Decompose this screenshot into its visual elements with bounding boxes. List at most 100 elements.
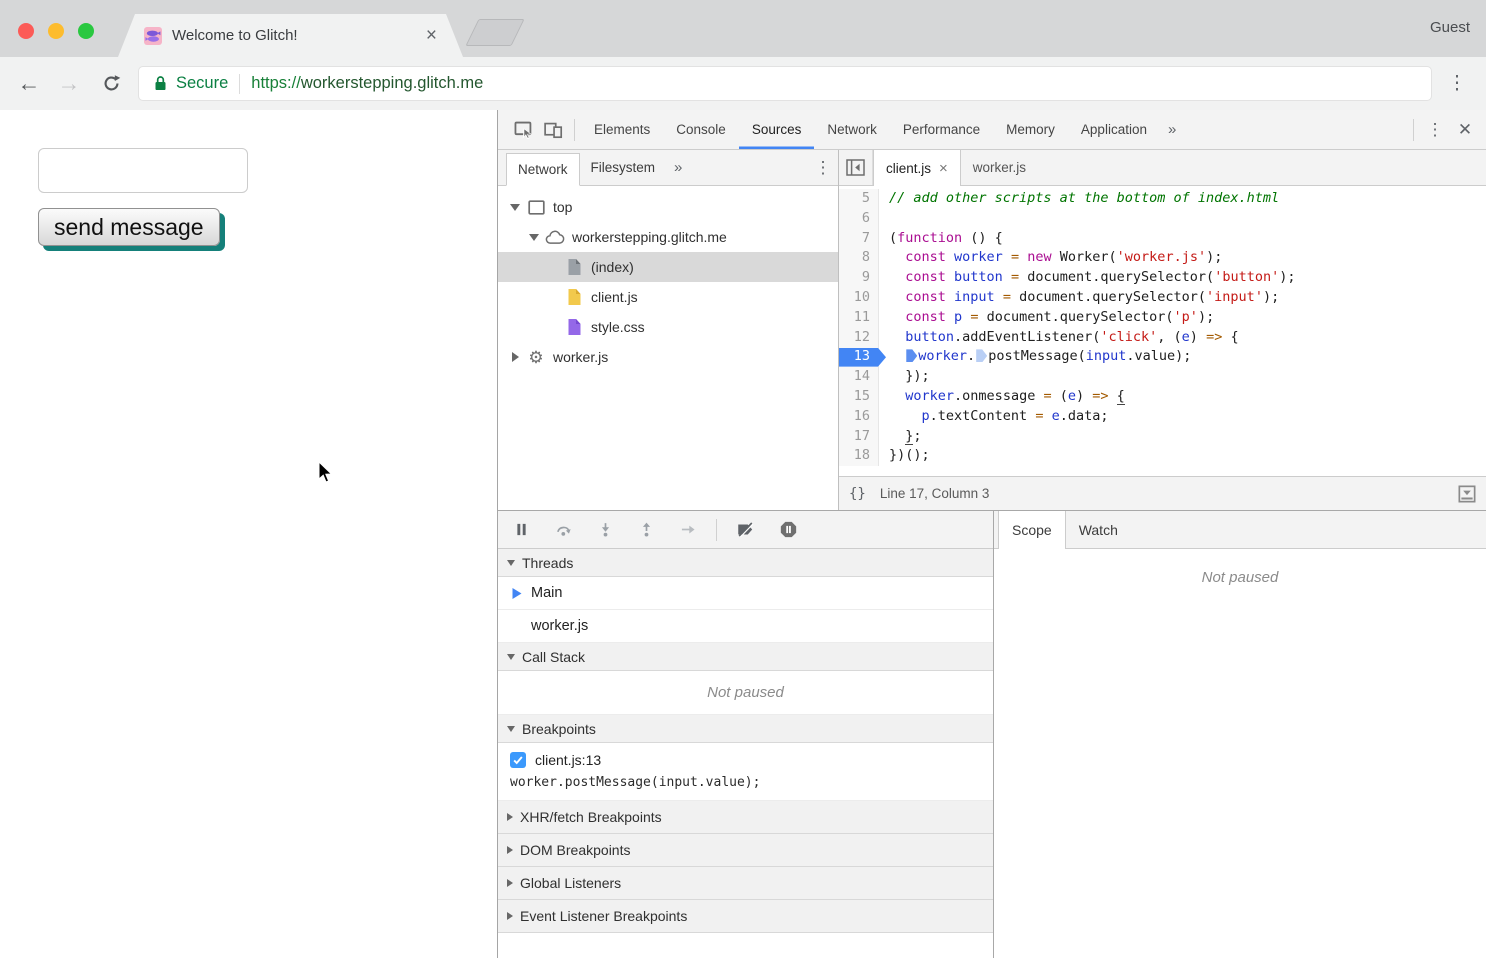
tree-item-client.js[interactable]: client.js	[498, 282, 838, 312]
code-line-13[interactable]: 13 worker.postMessage(input.value);	[839, 347, 1486, 367]
tab-application[interactable]: Application	[1068, 110, 1160, 149]
tab-network[interactable]: Network	[814, 110, 890, 149]
line-number[interactable]: 15	[839, 387, 879, 407]
hide-navigator-icon[interactable]	[839, 150, 873, 185]
line-number[interactable]: 18	[839, 446, 879, 466]
thread-worker.js[interactable]: worker.js	[498, 610, 993, 643]
code-text[interactable]	[879, 209, 889, 229]
code-line-8[interactable]: 8 const worker = new Worker('worker.js')…	[839, 248, 1486, 268]
tab-sources[interactable]: Sources	[739, 110, 815, 149]
line-number[interactable]: 6	[839, 209, 879, 229]
code-line-15[interactable]: 15 worker.onmessage = (e) => {	[839, 387, 1486, 407]
scope-tab-watch[interactable]: Watch	[1066, 511, 1131, 548]
line-number[interactable]: 16	[839, 407, 879, 427]
scope-tab-scope[interactable]: Scope	[998, 511, 1066, 549]
inspect-element-icon[interactable]	[508, 115, 538, 145]
code-line-11[interactable]: 11 const p = document.querySelector('p')…	[839, 308, 1486, 328]
code-line-7[interactable]: 7(function () {	[839, 229, 1486, 249]
code-text[interactable]: const button = document.querySelector('b…	[879, 268, 1295, 288]
pretty-print-icon[interactable]: {}	[849, 486, 866, 502]
threads-section-header[interactable]: Threads	[498, 549, 993, 577]
line-number[interactable]: 7	[839, 229, 879, 249]
breakpoint-checkbox[interactable]	[510, 752, 526, 768]
browser-tab[interactable]: Welcome to Glitch! ×	[118, 14, 463, 57]
code-line-18[interactable]: 18})();	[839, 446, 1486, 466]
code-text[interactable]: worker.onmessage = (e) => {	[879, 387, 1125, 407]
step-into-icon[interactable]	[598, 522, 613, 537]
code-text[interactable]: p.textContent = e.data;	[879, 407, 1109, 427]
thread-main[interactable]: Main	[498, 577, 993, 610]
close-tab-icon[interactable]: ×	[939, 160, 948, 177]
navigator-tab-filesystem[interactable]: Filesystem	[580, 150, 667, 185]
code-line-10[interactable]: 10 const input = document.querySelector(…	[839, 288, 1486, 308]
tab-elements[interactable]: Elements	[581, 110, 663, 149]
code-text[interactable]: })();	[879, 446, 930, 466]
code-text[interactable]: // add other scripts at the bottom of in…	[879, 189, 1279, 209]
section-header-dom-breakpoints[interactable]: DOM Breakpoints	[498, 834, 993, 867]
code-text[interactable]: const input = document.querySelector('in…	[879, 288, 1279, 308]
devtools-close-icon[interactable]: ✕	[1450, 115, 1480, 145]
code-line-5[interactable]: 5// add other scripts at the bottom of i…	[839, 189, 1486, 209]
code-text[interactable]: const p = document.querySelector('p');	[879, 308, 1214, 328]
code-text[interactable]: worker.postMessage(input.value);	[879, 347, 1191, 367]
deactivate-breakpoints-icon[interactable]	[737, 521, 754, 538]
tab-console[interactable]: Console	[663, 110, 739, 149]
tree-item-style.css[interactable]: style.css	[498, 312, 838, 342]
more-tabs-icon[interactable]: »	[1160, 121, 1184, 138]
inline-breakpoint-icon[interactable]	[976, 349, 987, 362]
tab-close-icon[interactable]: ×	[426, 26, 437, 45]
tab-performance[interactable]: Performance	[890, 110, 993, 149]
code-line-6[interactable]: 6	[839, 209, 1486, 229]
traffic-light-close[interactable]	[18, 23, 34, 39]
navigator-more-tabs-icon[interactable]: »	[666, 159, 690, 176]
tree-item-top[interactable]: top	[498, 192, 838, 222]
back-button-icon[interactable]: ←	[12, 57, 46, 110]
section-header-xhr-fetch-breakpoints[interactable]: XHR/fetch Breakpoints	[498, 801, 993, 834]
new-tab-button[interactable]	[465, 19, 524, 46]
line-number[interactable]: 10	[839, 288, 879, 308]
section-header-global-listeners[interactable]: Global Listeners	[498, 867, 993, 900]
pause-on-exceptions-icon[interactable]	[780, 521, 797, 538]
code-line-17[interactable]: 17 };	[839, 427, 1486, 447]
inline-breakpoint-icon[interactable]	[906, 349, 917, 362]
line-number[interactable]: 5	[839, 189, 879, 209]
step-icon[interactable]	[680, 522, 696, 537]
call-stack-section-header[interactable]: Call Stack	[498, 643, 993, 671]
code-text[interactable]: (function () {	[879, 229, 1003, 249]
code-line-9[interactable]: 9 const button = document.querySelector(…	[839, 268, 1486, 288]
address-bar[interactable]: Secure https:// workerstepping.glitch.me	[138, 66, 1432, 101]
device-toolbar-icon[interactable]	[538, 115, 568, 145]
editor-tab-worker.js[interactable]: worker.js	[961, 150, 1038, 185]
code-text[interactable]: };	[879, 427, 922, 447]
tree-item-workerstepping.glitch.me[interactable]: workerstepping.glitch.me	[498, 222, 838, 252]
line-number[interactable]: 17	[839, 427, 879, 447]
tree-item-worker.js[interactable]: ⚙worker.js	[498, 342, 838, 372]
navigator-menu-icon[interactable]: ⋮	[808, 153, 838, 183]
line-number[interactable]: 14	[839, 367, 879, 387]
code-line-14[interactable]: 14 });	[839, 367, 1486, 387]
pause-script-icon[interactable]	[514, 522, 529, 537]
expand-drawer-icon[interactable]	[1458, 485, 1476, 503]
step-over-icon[interactable]	[555, 522, 572, 537]
breakpoints-section-header[interactable]: Breakpoints	[498, 715, 993, 743]
navigator-tab-network[interactable]: Network	[506, 153, 580, 186]
code-text[interactable]: button.addEventListener('click', (e) => …	[879, 328, 1239, 348]
code-editor[interactable]: 5// add other scripts at the bottom of i…	[839, 186, 1486, 476]
code-line-12[interactable]: 12 button.addEventListener('click', (e) …	[839, 328, 1486, 348]
step-out-icon[interactable]	[639, 522, 654, 537]
traffic-light-minimize[interactable]	[48, 23, 64, 39]
breakpoint-entry[interactable]: client.js:13worker.postMessage(input.val…	[498, 743, 993, 801]
editor-tab-client.js[interactable]: client.js×	[873, 150, 961, 186]
line-number[interactable]: 9	[839, 268, 879, 288]
code-line-16[interactable]: 16 p.textContent = e.data;	[839, 407, 1486, 427]
message-input[interactable]	[38, 148, 248, 193]
devtools-menu-icon[interactable]: ⋮	[1420, 115, 1450, 145]
line-number[interactable]: 8	[839, 248, 879, 268]
section-header-event-listener-breakpoints[interactable]: Event Listener Breakpoints	[498, 900, 993, 933]
tab-memory[interactable]: Memory	[993, 110, 1068, 149]
browser-menu-icon[interactable]: ⋮	[1440, 57, 1474, 110]
line-number[interactable]: 11	[839, 308, 879, 328]
line-number[interactable]: 12	[839, 328, 879, 348]
tree-item--index-[interactable]: (index)	[498, 252, 838, 282]
send-message-button[interactable]: send message	[38, 208, 220, 246]
